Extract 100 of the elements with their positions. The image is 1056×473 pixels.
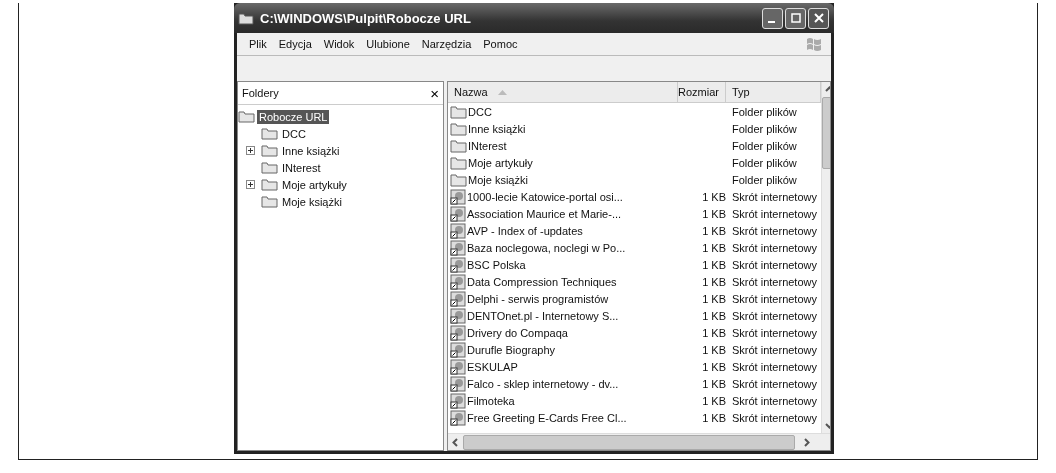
minimize-button[interactable] (762, 7, 783, 29)
table-cell: Skrót internetowy (732, 326, 817, 339)
file-name[interactable]: Association Maurice et Marie-... (467, 207, 622, 220)
menu-item[interactable]: Pomoc (483, 38, 518, 50)
table-cell: Skrót internetowy (732, 190, 817, 203)
menu-item[interactable]: Ulubione (366, 38, 410, 50)
table-cell: 1 KB (702, 292, 726, 305)
shortcut-icon (450, 341, 466, 358)
expand-icon[interactable] (246, 146, 255, 155)
folder-icon (450, 121, 467, 136)
file-name[interactable]: AVP - Index of -updates (467, 224, 583, 237)
window-title: C:\WINDOWS\Pulpit\Robocze URL (260, 10, 471, 26)
table-cell: Folder plików (732, 173, 797, 186)
table-cell: 1 KB (702, 377, 726, 390)
table-cell: Skrót internetowy (732, 360, 817, 373)
tree-item[interactable]: Robocze URL (257, 109, 330, 124)
shortcut-icon (450, 392, 466, 409)
folder-icon (238, 11, 254, 25)
menu-item[interactable]: Plik (249, 38, 267, 50)
shortcut-icon (450, 358, 466, 375)
flag-logo-icon (805, 36, 823, 52)
column-header[interactable]: Rozmiar (678, 82, 726, 102)
shortcut-icon (450, 188, 466, 205)
folder-icon (261, 161, 278, 174)
file-name[interactable]: BSC Polska (467, 258, 526, 271)
file-name[interactable]: Moje książki (468, 173, 528, 186)
table-cell: Skrót internetowy (732, 394, 817, 407)
file-name[interactable]: INterest (468, 139, 507, 152)
file-name[interactable]: Drivery do Compaqa (467, 326, 568, 339)
menu-item[interactable]: Narzędzia (421, 38, 472, 50)
folder-icon (261, 127, 278, 140)
scrollbar-thumb[interactable] (463, 434, 795, 450)
table-cell: Skrót internetowy (732, 292, 817, 305)
table-cell: 1 KB (702, 411, 726, 424)
folder-icon (261, 144, 278, 157)
expand-icon[interactable] (246, 180, 255, 189)
file-name[interactable]: Free Greeting E-Cards Free Cl... (467, 411, 627, 424)
table-cell: Folder plików (732, 105, 797, 118)
file-name[interactable]: Inne książki (468, 122, 526, 135)
file-name[interactable]: Durufle Biography (467, 343, 556, 356)
table-cell: 1 KB (702, 309, 726, 322)
shortcut-icon (450, 239, 466, 256)
table-cell: 1 KB (702, 258, 726, 271)
tree-item[interactable]: Moje książki (280, 194, 344, 209)
horizontal-scrollbar[interactable] (448, 433, 830, 450)
column-header[interactable]: Nazwa (448, 82, 678, 102)
close-pane-button[interactable]: × (430, 85, 439, 101)
table-cell: Skrót internetowy (732, 309, 817, 322)
table-cell: Skrót internetowy (732, 377, 817, 390)
file-name[interactable]: Baza noclegowa, noclegi w Po... (467, 241, 626, 254)
tree-item[interactable]: DCC (280, 126, 308, 141)
maximize-icon (790, 13, 801, 23)
file-name[interactable]: Filmoteka (467, 394, 515, 407)
sort-arrow-icon (497, 89, 507, 95)
pane-title: Foldery (242, 87, 279, 99)
file-name[interactable]: Delphi - serwis programistów (467, 292, 609, 305)
table-cell: 1 KB (702, 190, 726, 203)
file-name[interactable]: Data Compression Techniques (467, 275, 617, 288)
file-name[interactable]: Moje artykuły (468, 156, 533, 169)
table-cell: Folder plików (732, 122, 797, 135)
folder-icon (450, 172, 467, 187)
table-cell: Skrót internetowy (732, 207, 817, 220)
table-cell: Skrót internetowy (732, 224, 817, 237)
folder-icon (261, 178, 278, 191)
folder-icon (450, 138, 467, 153)
table-cell: Skrót internetowy (732, 275, 817, 288)
shortcut-icon (450, 222, 466, 239)
minimize-icon (768, 20, 775, 23)
file-name[interactable]: Falco - sklep internetowy - dv... (467, 377, 619, 390)
table-cell: Skrót internetowy (732, 241, 817, 254)
shortcut-icon (450, 324, 466, 341)
shortcut-icon (450, 375, 466, 392)
tree-item[interactable]: Inne książki (280, 143, 342, 158)
folder-icon (450, 155, 467, 170)
file-name[interactable]: DCC (468, 105, 492, 118)
table-cell: 1 KB (702, 241, 726, 254)
table-cell: 1 KB (702, 207, 726, 220)
shortcut-icon (450, 307, 466, 324)
maximize-button[interactable] (785, 7, 806, 29)
tree-item[interactable]: Moje artykuły (280, 177, 349, 192)
table-cell: Skrót internetowy (732, 343, 817, 356)
table-cell: 1 KB (702, 360, 726, 373)
menu-item[interactable]: Edycja (278, 38, 312, 50)
shortcut-icon (450, 205, 466, 222)
table-cell: 1 KB (702, 326, 726, 339)
folder-icon (261, 195, 278, 208)
close-button[interactable] (808, 7, 829, 29)
table-cell: 1 KB (702, 275, 726, 288)
folder-icon (238, 110, 255, 123)
table-cell: Skrót internetowy (732, 411, 817, 424)
file-name[interactable]: ESKULAP (467, 360, 518, 373)
shortcut-icon (450, 273, 466, 290)
menu-item[interactable]: Widok (323, 38, 355, 50)
table-cell: Folder plików (732, 139, 797, 152)
file-name[interactable]: 1000-lecie Katowice-portal osi... (467, 190, 623, 203)
close-icon (813, 13, 824, 23)
tree-item[interactable]: INterest (280, 160, 323, 175)
table-cell: 1 KB (702, 343, 726, 356)
file-name[interactable]: DENTOnet.pl - Internetowy S... (467, 309, 619, 322)
table-cell: Skrót internetowy (732, 258, 817, 271)
